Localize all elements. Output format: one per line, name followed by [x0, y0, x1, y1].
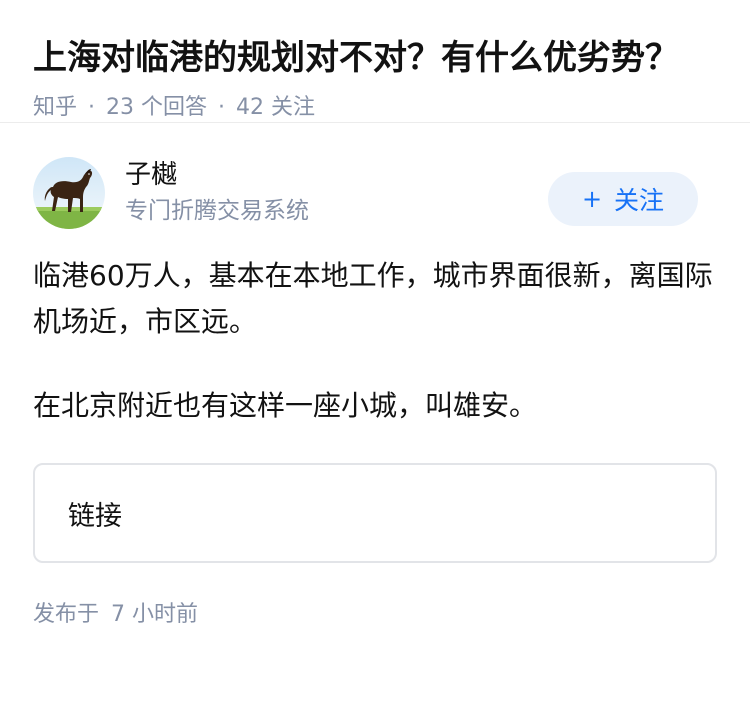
followers-label[interactable]: 关注 — [271, 95, 315, 120]
link-card-label: 链接 — [68, 500, 122, 532]
source-label[interactable]: 知乎 — [33, 95, 77, 120]
horse-avatar[interactable] — [33, 157, 105, 229]
author-row: 子樾 专门折腾交易系统 + 关注 — [33, 155, 717, 231]
author-name[interactable]: 子樾 — [125, 158, 548, 192]
question-header: 上海对临港的规划对不对？有什么优劣势？ 知乎 · 23 个回答 · 42 关注 — [0, 0, 750, 123]
author-info: 子樾 专门折腾交易系统 — [125, 158, 548, 228]
publish-time-value: 7 小时前 — [111, 602, 199, 627]
follow-button[interactable]: + 关注 — [548, 172, 698, 226]
answer-body: 临港60万人，基本在本地工作，城市界面很新，离国际机场近，市区远。 在北京附近也… — [33, 253, 717, 429]
author-description: 专门折腾交易系统 — [125, 198, 309, 224]
publish-time: 发布于 7 小时前 — [33, 600, 717, 630]
question-meta: 知乎 · 23 个回答 · 42 关注 — [33, 88, 717, 128]
answers-label[interactable]: 个回答 — [141, 95, 207, 120]
question-title[interactable]: 上海对临港的规划对不对？有什么优劣势？ — [33, 28, 717, 88]
followers-count[interactable]: 42 — [236, 95, 264, 120]
link-card[interactable]: 链接 — [33, 463, 717, 563]
answer-paragraph: 在北京附近也有这样一座小城，叫雄安。 — [33, 389, 538, 422]
separator-dot: · — [218, 95, 226, 120]
answer-card: 子樾 专门折腾交易系统 + 关注 临港60万人，基本在本地工作，城市界面很新，离… — [0, 123, 750, 630]
separator-dot: · — [88, 95, 96, 120]
plus-icon: + — [581, 185, 603, 213]
answer-paragraph: 临港60万人，基本在本地工作，城市界面很新，离国际机场近，市区远。 — [33, 259, 713, 338]
publish-prefix: 发布于 — [33, 602, 100, 627]
follow-button-label: 关注 — [614, 186, 665, 215]
answers-count[interactable]: 23 — [106, 95, 134, 120]
